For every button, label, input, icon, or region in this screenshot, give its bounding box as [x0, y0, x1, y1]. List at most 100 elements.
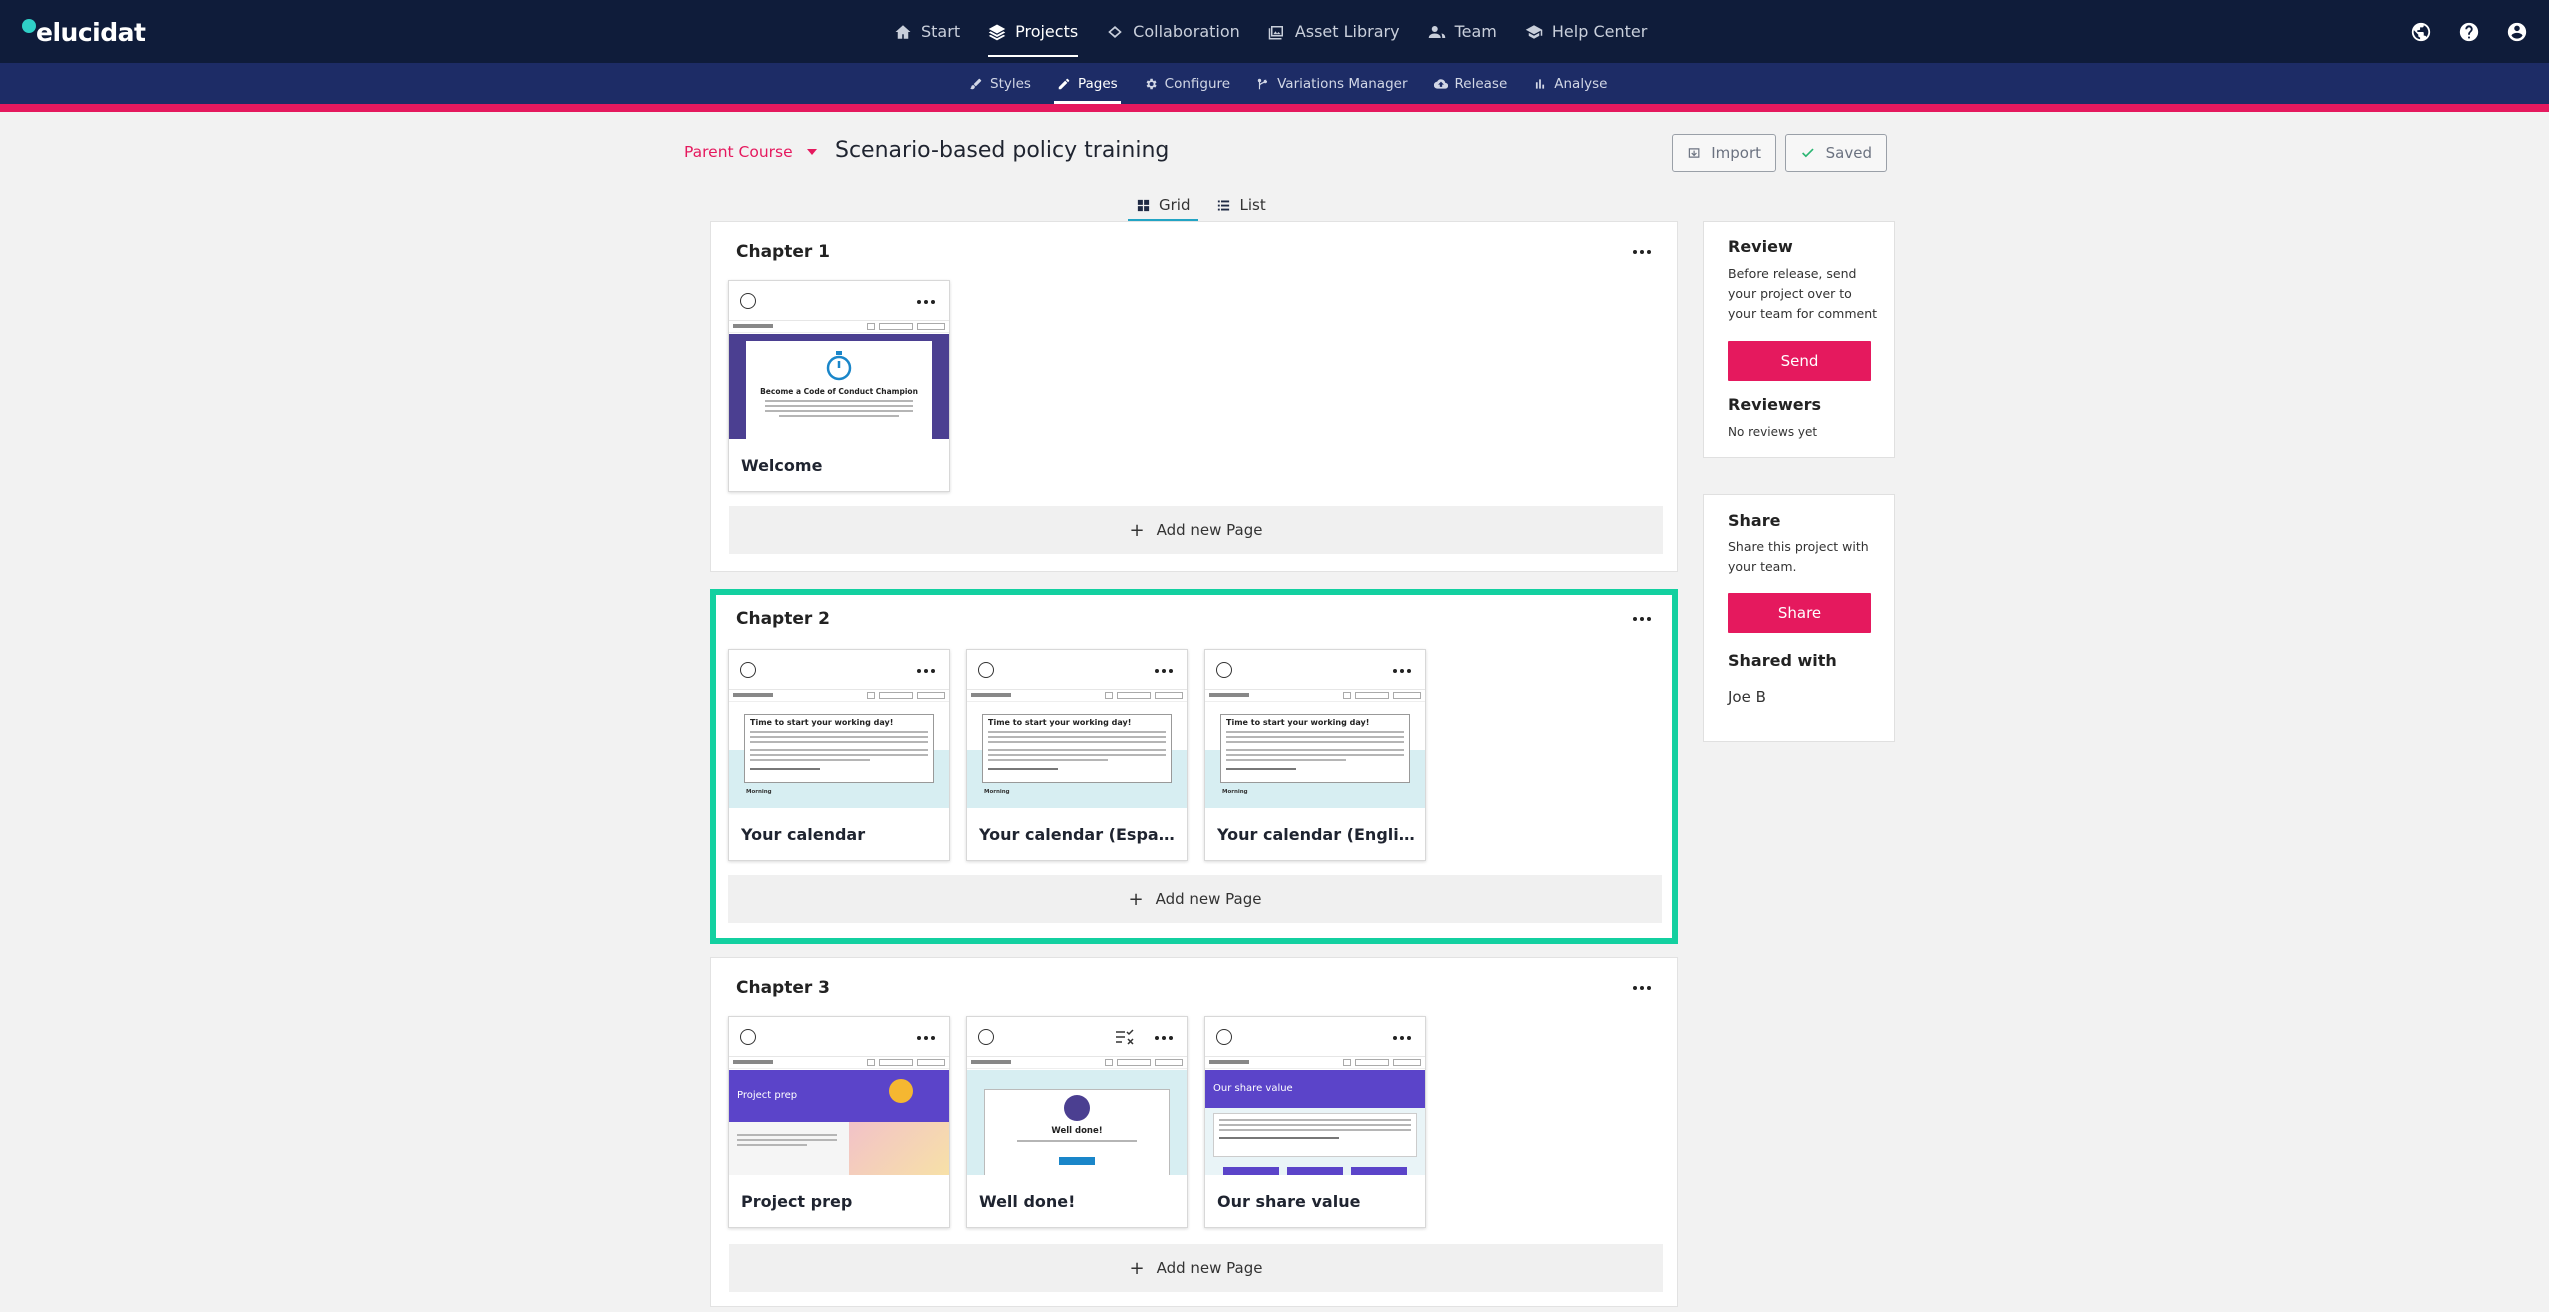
nav-team[interactable]: Team	[1414, 0, 1511, 63]
import-icon	[1688, 148, 1700, 158]
gear-icon	[1144, 77, 1158, 91]
brush-icon	[969, 77, 983, 91]
help-icon[interactable]	[2457, 20, 2481, 44]
nav-projects-label: Projects	[1015, 22, 1079, 41]
page-card[interactable]: Time to start your working day! Morning …	[966, 649, 1188, 861]
page-title: Your calendar	[741, 825, 866, 844]
chapter-more-menu-icon[interactable]	[1629, 246, 1655, 258]
subnav-analyse[interactable]: Analyse	[1520, 63, 1620, 104]
nav-start[interactable]: Start	[880, 0, 974, 63]
list-icon	[1218, 200, 1230, 210]
grid-view-label: Grid	[1159, 196, 1191, 214]
image-library-icon	[1268, 23, 1286, 41]
nav-asset-library[interactable]: Asset Library	[1254, 0, 1414, 63]
subnav-pages-label: Pages	[1077, 75, 1118, 92]
page-card[interactable]: Time to start your working day! Morning …	[728, 649, 950, 861]
page-select-radio[interactable]	[740, 293, 756, 309]
badge-icon	[1064, 1095, 1090, 1121]
graduation-cap-icon	[1525, 23, 1543, 41]
page-select-radio[interactable]	[740, 662, 756, 678]
page-title: Well done!	[979, 1192, 1076, 1211]
subnav-analyse-label: Analyse	[1554, 75, 1608, 92]
subnav-release[interactable]: Release	[1421, 63, 1521, 104]
page-select-radio[interactable]	[978, 662, 994, 678]
card-more-menu-icon[interactable]	[1389, 1032, 1415, 1044]
page-card[interactable]: Project prep Project prep	[728, 1016, 950, 1228]
team-icon	[1428, 23, 1446, 41]
subnav-styles-label: Styles	[990, 75, 1031, 92]
chapter-section-highlighted: Chapter 2 Time to start your working day…	[710, 589, 1678, 944]
thumb-footer: Morning	[746, 789, 772, 795]
chapter-section: Chapter 3 Project prep Project prep Well…	[710, 957, 1678, 1307]
card-more-menu-icon[interactable]	[1151, 665, 1177, 677]
thumb-heading: Project prep	[737, 1090, 798, 1101]
thumb-heading: Well done!	[1051, 1126, 1103, 1136]
chapter-title: Chapter 1	[736, 242, 831, 262]
subnav-pages[interactable]: Pages	[1044, 63, 1131, 104]
shared-with-title: Shared with	[1728, 651, 1837, 670]
card-more-menu-icon[interactable]	[913, 296, 939, 308]
subnav-variations-manager-label: Variations Manager	[1277, 75, 1408, 92]
nav-team-label: Team	[1454, 22, 1497, 41]
nav-projects[interactable]: Projects	[974, 0, 1092, 63]
subnav-variations-manager[interactable]: Variations Manager	[1243, 63, 1420, 104]
globe-icon[interactable]	[2409, 20, 2433, 44]
shared-with-user: Joe B	[1728, 688, 1766, 706]
card-more-menu-icon[interactable]	[1389, 665, 1415, 677]
card-more-menu-icon[interactable]	[913, 665, 939, 677]
checklist-icon[interactable]	[1115, 1029, 1135, 1045]
course-select-label: Parent Course	[684, 143, 793, 161]
page-title: Your calendar (English)	[1217, 825, 1417, 844]
page-title: Our share value	[1217, 1192, 1361, 1211]
add-page-button[interactable]: + Add new Page	[729, 1244, 1663, 1292]
list-view-tab[interactable]: List	[1208, 188, 1273, 222]
page-card[interactable]: Time to start your working day! Morning …	[1204, 649, 1426, 861]
import-label: Import	[1711, 144, 1761, 162]
card-more-menu-icon[interactable]	[1151, 1032, 1177, 1044]
page-select-radio[interactable]	[1216, 1029, 1232, 1045]
stopwatch-icon	[826, 351, 852, 381]
page-select-radio[interactable]	[978, 1029, 994, 1045]
nav-help-center[interactable]: Help Center	[1511, 0, 1661, 63]
card-more-menu-icon[interactable]	[913, 1032, 939, 1044]
subnav-release-label: Release	[1454, 75, 1508, 92]
course-select-dropdown[interactable]: Parent Course	[684, 141, 817, 163]
subnav-styles[interactable]: Styles	[956, 63, 1044, 104]
subnav-configure[interactable]: Configure	[1131, 63, 1243, 104]
review-description: Before release, send your project over t…	[1728, 266, 1878, 321]
import-button[interactable]: Import	[1672, 134, 1776, 172]
grid-icon	[1137, 199, 1150, 211]
page-card[interactable]: Well done! Well done!	[966, 1016, 1188, 1228]
sub-nav: Styles Pages Configure Variations Manage…	[956, 63, 1620, 104]
page-card[interactable]: Become a Code of Conduct Champion Welcom…	[728, 280, 950, 492]
page-thumbnail: Time to start your working day! Morning	[967, 689, 1187, 808]
reviewers-empty-text: No reviews yet	[1728, 425, 1818, 439]
add-page-button[interactable]: + Add new Page	[729, 506, 1663, 554]
elucidat-logo[interactable]: elucidat	[22, 17, 146, 47]
add-page-button[interactable]: + Add new Page	[728, 875, 1662, 923]
thumb-heading: Time to start your working day!	[1226, 718, 1370, 727]
top-bar: elucidat Start Projects Collaboration As…	[0, 0, 2549, 63]
cloud-upload-icon	[1433, 77, 1448, 91]
nav-collaboration[interactable]: Collaboration	[1092, 0, 1254, 63]
page-select-radio[interactable]	[740, 1029, 756, 1045]
chapter-more-menu-icon[interactable]	[1629, 613, 1655, 625]
project-title: Scenario-based policy training	[835, 138, 1170, 163]
handshake-icon	[1106, 23, 1124, 41]
share-button-label: Share	[1777, 604, 1822, 622]
send-for-review-button[interactable]: Send	[1728, 341, 1871, 381]
chapter-more-menu-icon[interactable]	[1629, 982, 1655, 994]
user-account-icon[interactable]	[2505, 20, 2529, 44]
page-thumbnail: Become a Code of Conduct Champion	[729, 320, 949, 439]
caret-down-icon	[806, 149, 817, 155]
grid-view-tab[interactable]: Grid	[1128, 188, 1199, 222]
list-view-label: List	[1239, 196, 1266, 214]
pencil-icon	[1057, 77, 1071, 91]
page-card[interactable]: Our share value Our share value	[1204, 1016, 1426, 1228]
page-select-radio[interactable]	[1216, 662, 1232, 678]
share-project-button[interactable]: Share	[1728, 593, 1871, 633]
plus-icon: +	[1129, 519, 1145, 541]
saved-button[interactable]: Saved	[1785, 134, 1887, 172]
top-right-tools	[2409, 0, 2529, 63]
subnav-configure-label: Configure	[1164, 75, 1231, 92]
